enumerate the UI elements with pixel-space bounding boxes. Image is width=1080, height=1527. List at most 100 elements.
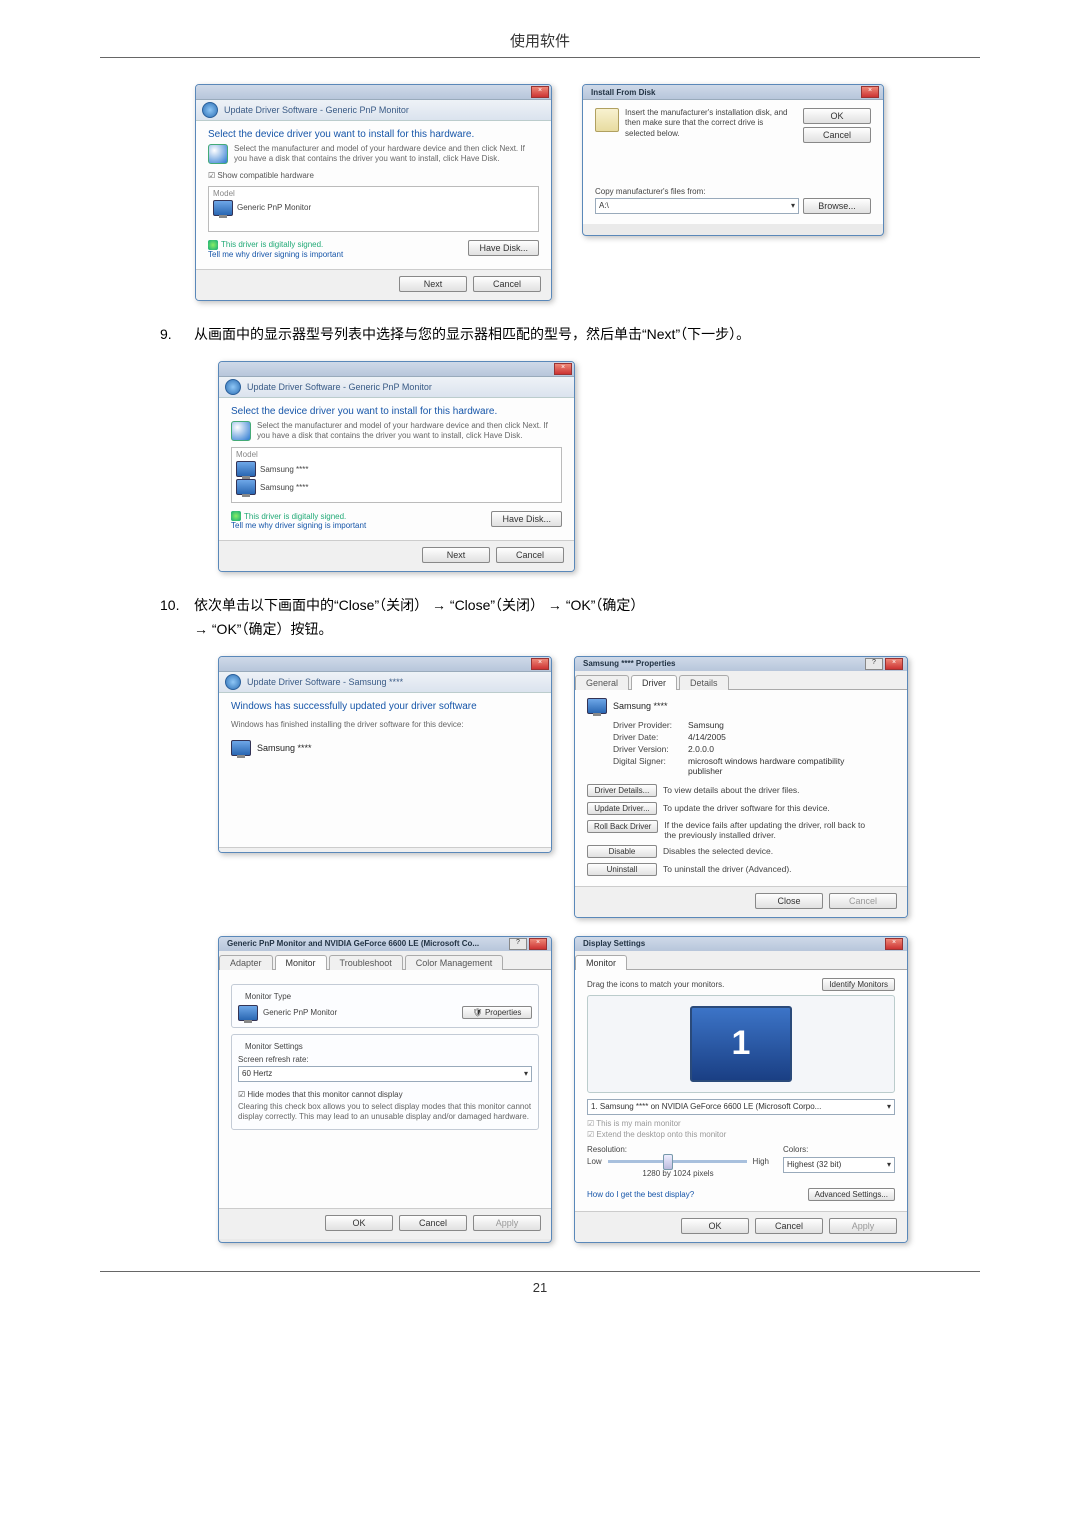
next-button[interactable]: Next — [399, 276, 467, 292]
list-item[interactable]: Samsung **** — [236, 461, 557, 477]
shield-icon — [231, 511, 241, 521]
dialog-subtext: Select the manufacturer and model of you… — [234, 144, 539, 165]
breadcrumb-label: Update Driver Software - Samsung **** — [247, 677, 403, 687]
close-icon[interactable]: × — [861, 86, 879, 98]
monitor-properties-dialog: Generic PnP Monitor and NVIDIA GeForce 6… — [218, 936, 552, 1243]
monitor-settings-group: Monitor Settings Screen refresh rate: 60… — [231, 1034, 539, 1130]
drag-label: Drag the icons to match your monitors. — [587, 980, 724, 989]
cancel-button[interactable]: Cancel — [496, 547, 564, 563]
refresh-label: Screen refresh rate: — [238, 1055, 532, 1064]
help-link[interactable]: How do I get the best display? — [587, 1190, 694, 1199]
resolution-label: Resolution: — [587, 1145, 769, 1154]
dialog-title: Install From Disk — [587, 88, 655, 97]
close-icon[interactable]: × — [554, 363, 572, 375]
show-compatible-checkbox[interactable]: ☑ Show compatible hardware — [208, 171, 539, 180]
step-text: 依次单击以下画面中的“Close”（关闭） → “Close”（关闭） → “O… — [194, 594, 980, 642]
res-high-label: High — [753, 1157, 769, 1166]
cancel-button[interactable]: Cancel — [755, 1218, 823, 1234]
step-9: 9. 从画面中的显示器型号列表中选择与您的显示器相匹配的型号，然后单击“Next… — [160, 323, 980, 347]
back-icon[interactable] — [202, 102, 218, 118]
step-number: 10. — [160, 594, 194, 642]
close-icon[interactable]: × — [885, 938, 903, 950]
apply-button[interactable]: Apply — [829, 1218, 897, 1234]
advanced-button[interactable]: Advanced Settings... — [808, 1188, 895, 1201]
dialog-title: Samsung **** Properties — [579, 659, 675, 668]
ok-button[interactable]: OK — [681, 1218, 749, 1234]
page-number: 21 — [533, 1280, 547, 1295]
monitor-icon — [213, 200, 233, 216]
cancel-button[interactable]: Cancel — [399, 1215, 467, 1231]
resolution-slider[interactable] — [608, 1160, 747, 1163]
ok-button[interactable]: OK — [325, 1215, 393, 1231]
driver-details-button[interactable]: Driver Details... — [587, 784, 657, 797]
breadcrumb-label: Update Driver Software - Generic PnP Mon… — [224, 105, 409, 115]
page-header: 使用软件 — [100, 30, 980, 57]
close-button[interactable]: Close — [755, 893, 823, 909]
monitor-select[interactable]: 1. Samsung **** on NVIDIA GeForce 6600 L… — [587, 1099, 895, 1115]
main-monitor-checkbox: ☑ This is my main monitor — [587, 1119, 895, 1128]
dialog-subtext: Select the manufacturer and model of you… — [257, 421, 562, 442]
model-list[interactable]: Model Samsung **** Samsung **** — [231, 447, 562, 503]
column-header: Model — [236, 450, 557, 459]
tab-monitor[interactable]: Monitor — [275, 955, 327, 970]
path-input[interactable]: A:\ ▾ — [595, 198, 799, 214]
tab-color[interactable]: Color Management — [405, 955, 504, 970]
list-item[interactable]: Samsung **** — [236, 479, 557, 495]
signing-info-link[interactable]: Tell me why driver signing is important — [208, 250, 343, 259]
back-icon[interactable] — [225, 379, 241, 395]
next-button[interactable]: Next — [422, 547, 490, 563]
update-driver-button[interactable]: Update Driver... — [587, 802, 657, 815]
dialog-title: Display Settings — [579, 939, 645, 948]
ok-button[interactable]: OK — [803, 108, 871, 124]
tab-general[interactable]: General — [575, 675, 629, 690]
cancel-button[interactable]: Cancel — [829, 893, 897, 909]
signing-info-link[interactable]: Tell me why driver signing is important — [231, 521, 366, 530]
identify-button[interactable]: Identify Monitors — [822, 978, 895, 991]
tab-adapter[interactable]: Adapter — [219, 955, 273, 970]
tab-monitor[interactable]: Monitor — [575, 955, 627, 970]
hide-modes-checkbox[interactable]: ☑ Hide modes that this monitor cannot di… — [238, 1090, 532, 1099]
apply-button[interactable]: Apply — [473, 1215, 541, 1231]
update-driver-dialog-1: × Update Driver Software - Generic PnP M… — [195, 84, 552, 301]
resolution-value: 1280 by 1024 pixels — [587, 1169, 769, 1178]
close-icon[interactable]: × — [885, 658, 903, 670]
have-disk-button[interactable]: Have Disk... — [491, 511, 562, 527]
monitor-type-value: Generic PnP Monitor — [263, 1008, 337, 1017]
close-icon[interactable]: × — [529, 938, 547, 950]
signed-label: This driver is digitally signed. — [208, 240, 343, 250]
dialog-heading: Select the device driver you want to ins… — [231, 406, 562, 417]
back-icon[interactable] — [225, 674, 241, 690]
refresh-select[interactable]: 60 Hertz▾ — [238, 1066, 532, 1082]
list-item[interactable]: Generic PnP Monitor — [213, 200, 534, 216]
dialog-subtext: Windows has finished installing the driv… — [231, 720, 539, 730]
group-label: Monitor Type — [242, 992, 294, 1001]
close-icon[interactable]: × — [531, 658, 549, 670]
help-icon[interactable]: ? — [865, 658, 883, 670]
cancel-button[interactable]: Cancel — [473, 276, 541, 292]
breadcrumb-label: Update Driver Software - Generic PnP Mon… — [247, 382, 432, 392]
dialog-heading: Select the device driver you want to ins… — [208, 129, 539, 140]
uninstall-button[interactable]: Uninstall — [587, 863, 657, 876]
tab-troubleshoot[interactable]: Troubleshoot — [329, 955, 403, 970]
install-message: Insert the manufacturer's installation d… — [625, 108, 795, 139]
monitor-preview[interactable]: 1 — [690, 1006, 792, 1082]
device-properties-dialog: Samsung **** Properties ? × General Driv… — [574, 656, 908, 918]
help-icon[interactable]: ? — [509, 938, 527, 950]
monitor-icon — [238, 1005, 258, 1021]
rollback-button[interactable]: Roll Back Driver — [587, 820, 658, 833]
colors-select[interactable]: Highest (32 bit)▾ — [783, 1157, 895, 1173]
disable-button[interactable]: Disable — [587, 845, 657, 858]
cancel-button[interactable]: Cancel — [803, 127, 871, 143]
slider-thumb-icon[interactable] — [663, 1154, 673, 1170]
have-disk-button[interactable]: Have Disk... — [468, 240, 539, 256]
driver-icon — [231, 421, 251, 441]
properties-button[interactable]: 🛡 Properties — [462, 1006, 532, 1019]
tab-details[interactable]: Details — [679, 675, 729, 690]
tab-driver[interactable]: Driver — [631, 675, 677, 690]
header-rule — [100, 57, 980, 58]
step-number: 9. — [160, 323, 194, 347]
model-list[interactable]: Model Generic PnP Monitor — [208, 186, 539, 232]
close-icon[interactable]: × — [531, 86, 549, 98]
browse-button[interactable]: Browse... — [803, 198, 871, 214]
step-10: 10. 依次单击以下画面中的“Close”（关闭） → “Close”（关闭） … — [160, 594, 980, 642]
